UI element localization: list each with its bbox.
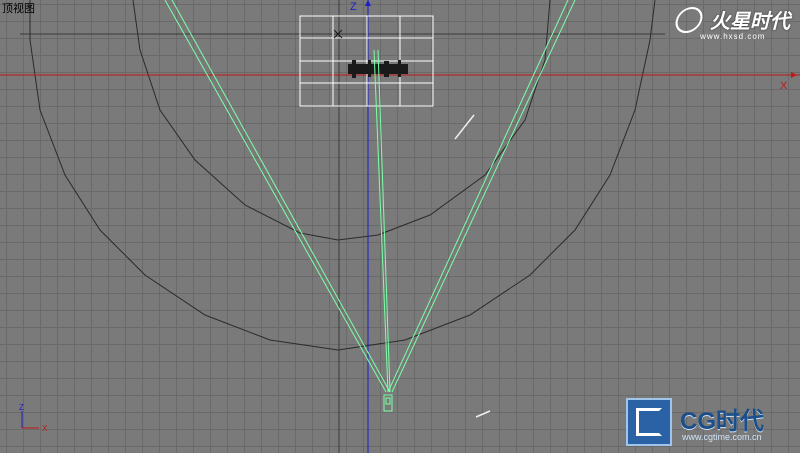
hxsd-watermark: 火星时代 www.hxsd.com xyxy=(672,5,790,41)
top-viewport[interactable]: 顶视图 Z X Z X 火星时代 www.hxsd.com CG时代 www.c… xyxy=(0,0,800,453)
axis-gizmo xyxy=(21,411,39,429)
z-axis-arrow xyxy=(365,0,371,6)
hxsd-logo-icon xyxy=(672,6,706,33)
cgtime-logo-url: www.cgtime.com.cn xyxy=(682,432,762,442)
light-marker-2[interactable] xyxy=(475,410,491,418)
cgtime-logo-name: CG时代 xyxy=(680,408,764,435)
camera-frustum[interactable] xyxy=(164,0,576,393)
x-axis-arrow xyxy=(791,72,797,78)
gizmo-z-label: Z xyxy=(19,403,24,412)
viewport-label[interactable]: 顶视图 xyxy=(0,0,37,16)
viewport-scene[interactable] xyxy=(0,0,800,453)
x-axis-label: X xyxy=(780,80,788,92)
camera-object[interactable] xyxy=(383,394,393,412)
cgtime-logo-icon xyxy=(626,398,672,446)
light-marker[interactable] xyxy=(454,114,475,140)
outer-circle-shape[interactable] xyxy=(29,0,656,351)
cgtime-watermark: CG时代 www.cgtime.com.cn xyxy=(626,398,796,450)
hxsd-logo-url: www.hxsd.com xyxy=(700,32,766,41)
z-axis-label: Z xyxy=(350,1,357,13)
selected-plane-object[interactable] xyxy=(299,15,434,107)
gizmo-x-label: X xyxy=(42,424,48,433)
hxsd-logo-name: 火星时代 xyxy=(710,11,790,33)
inner-circle-shape[interactable] xyxy=(132,0,551,241)
